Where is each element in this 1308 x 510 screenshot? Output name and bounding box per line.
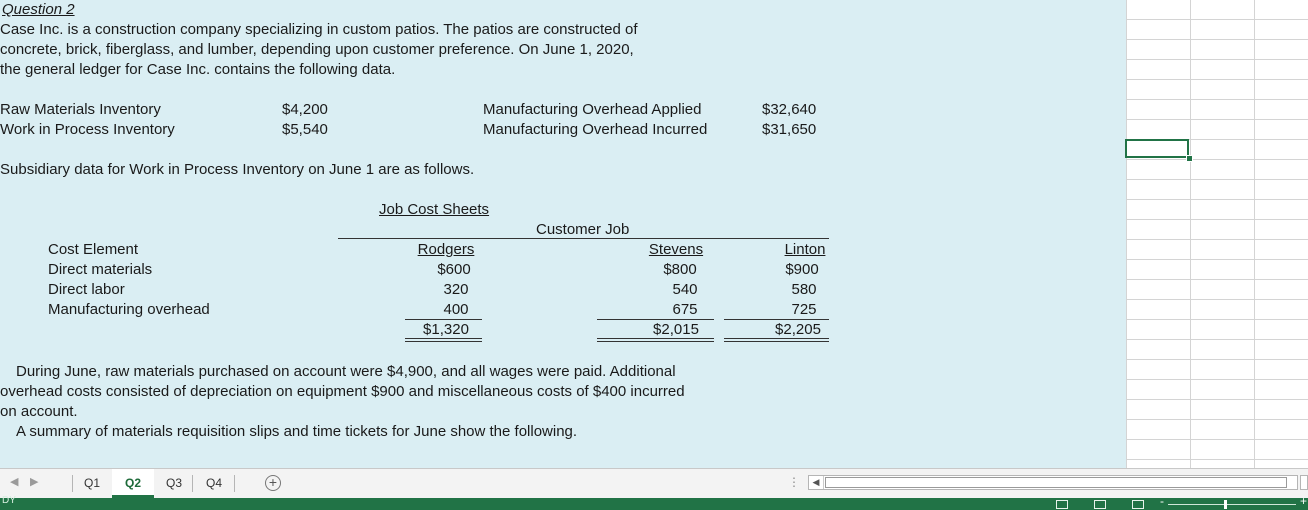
total-cell: $1,320 [423, 321, 469, 338]
row-gridline [1126, 299, 1308, 300]
scroll-right-arrow-icon[interactable] [1300, 475, 1308, 490]
subtotal-rule [405, 319, 482, 320]
row-gridline [1126, 339, 1308, 340]
subtotal-rule [724, 319, 829, 320]
column-gridline [1254, 0, 1255, 468]
row-gridline [1126, 99, 1308, 100]
customer-job-header: Customer Job [536, 221, 630, 238]
ledger-value: $31,650 [762, 121, 817, 138]
tab-separator [234, 475, 235, 492]
ledger-label: Manufacturing Overhead Incurred [483, 121, 708, 138]
sheet-tab-bar: ◀ ▶ Q1 Q2 Q3 Q4 + ⋮ ◀ [0, 468, 1308, 498]
row-gridline [1126, 39, 1308, 40]
column-header-linton: Linton [784, 241, 826, 258]
sheet-tab-q2[interactable]: Q2 [112, 469, 154, 498]
column-gridline [1190, 0, 1191, 468]
ledger-label: Work in Process Inventory [0, 121, 175, 138]
header-rule [338, 238, 829, 239]
horizontal-scrollbar[interactable]: ◀ [808, 475, 1298, 490]
table-cell: 580 [791, 281, 817, 298]
table-cell: 725 [791, 301, 817, 318]
sheet-tab-q1[interactable]: Q1 [75, 469, 109, 498]
row-gridline [1126, 379, 1308, 380]
row-label: Direct labor [48, 281, 125, 298]
scroll-left-arrow-icon[interactable]: ◀ [809, 476, 824, 489]
row-gridline [1126, 119, 1308, 120]
zoom-out-icon[interactable]: - [1160, 494, 1164, 508]
summary-line: A summary of materials requisition slips… [16, 423, 578, 440]
scroll-tabs-right-icon[interactable]: ▶ [30, 475, 38, 488]
table-cell: $600 [437, 261, 471, 278]
row-gridline [1126, 79, 1308, 80]
subsidiary-text: Subsidiary data for Work in Process Inve… [0, 161, 475, 178]
page-layout-view-icon[interactable] [1094, 500, 1106, 509]
row-gridline [1126, 459, 1308, 460]
row-gridline [1126, 239, 1308, 240]
ledger-label: Manufacturing Overhead Applied [483, 101, 702, 118]
sheet-tab-q4[interactable]: Q4 [196, 469, 232, 498]
row-gridline [1126, 199, 1308, 200]
status-bar: DY - + [0, 494, 1308, 510]
row-gridline [1126, 419, 1308, 420]
worksheet-area[interactable]: Question 2 Case Inc. is a construction c… [0, 0, 1308, 468]
ledger-label: Raw Materials Inventory [0, 101, 161, 118]
intro-line: concrete, brick, fiberglass, and lumber,… [0, 41, 634, 58]
column-gridline [1126, 0, 1127, 468]
total-cell: $2,205 [775, 321, 821, 338]
row-gridline [1126, 19, 1308, 20]
page-break-preview-icon[interactable] [1132, 500, 1144, 509]
row-gridline [1126, 319, 1308, 320]
zoom-slider-thumb[interactable] [1224, 500, 1227, 509]
row-gridline [1126, 179, 1308, 180]
subtotal-rule [597, 319, 714, 320]
ledger-value: $4,200 [282, 101, 328, 118]
june-line: During June, raw materials purchased on … [16, 363, 676, 380]
table-cell: 320 [443, 281, 469, 298]
row-gridline [1126, 279, 1308, 280]
normal-view-icon[interactable] [1056, 500, 1068, 509]
intro-line: Case Inc. is a construction company spec… [0, 21, 638, 38]
total-double-rule [597, 338, 714, 342]
column-header-rodgers: Rodgers [417, 241, 475, 258]
zoom-in-icon[interactable]: + [1300, 494, 1307, 508]
total-double-rule [405, 338, 482, 342]
fill-handle[interactable] [1186, 155, 1193, 162]
question-title: Question 2 [2, 1, 75, 18]
row-gridline [1126, 59, 1308, 60]
more-options-icon[interactable]: ⋮ [788, 475, 800, 489]
row-gridline [1126, 359, 1308, 360]
tab-separator [72, 475, 73, 492]
tab-separator [192, 475, 193, 492]
status-mode: DY [2, 495, 16, 506]
table-cell: $900 [785, 261, 819, 278]
ledger-value: $5,540 [282, 121, 328, 138]
total-double-rule [724, 338, 829, 342]
row-gridline [1126, 439, 1308, 440]
zoom-slider[interactable] [1168, 504, 1296, 505]
table-cell: 400 [443, 301, 469, 318]
scrollbar-thumb[interactable] [825, 477, 1287, 488]
june-line: overhead costs consisted of depreciation… [0, 383, 685, 400]
row-gridline [1126, 399, 1308, 400]
sheet-tab-q3[interactable]: Q3 [157, 469, 191, 498]
table-cell: $800 [663, 261, 697, 278]
row-gridline [1126, 159, 1308, 160]
selected-cell[interactable] [1125, 139, 1189, 158]
scroll-tabs-left-icon[interactable]: ◀ [10, 475, 18, 488]
total-cell: $2,015 [653, 321, 699, 338]
row-gridline [1126, 219, 1308, 220]
intro-line: the general ledger for Case Inc. contain… [0, 61, 396, 78]
table-cell: 675 [672, 301, 698, 318]
job-cost-sheets-title: Job Cost Sheets [379, 201, 490, 218]
row-gridline [1126, 259, 1308, 260]
cost-element-header: Cost Element [48, 241, 139, 258]
june-line: on account. [0, 403, 78, 420]
table-cell: 540 [672, 281, 698, 298]
row-label: Direct materials [48, 261, 153, 278]
add-sheet-button[interactable]: + [265, 475, 281, 491]
ledger-value: $32,640 [762, 101, 817, 118]
row-label: Manufacturing overhead [48, 301, 210, 318]
column-header-stevens: Stevens [648, 241, 704, 258]
